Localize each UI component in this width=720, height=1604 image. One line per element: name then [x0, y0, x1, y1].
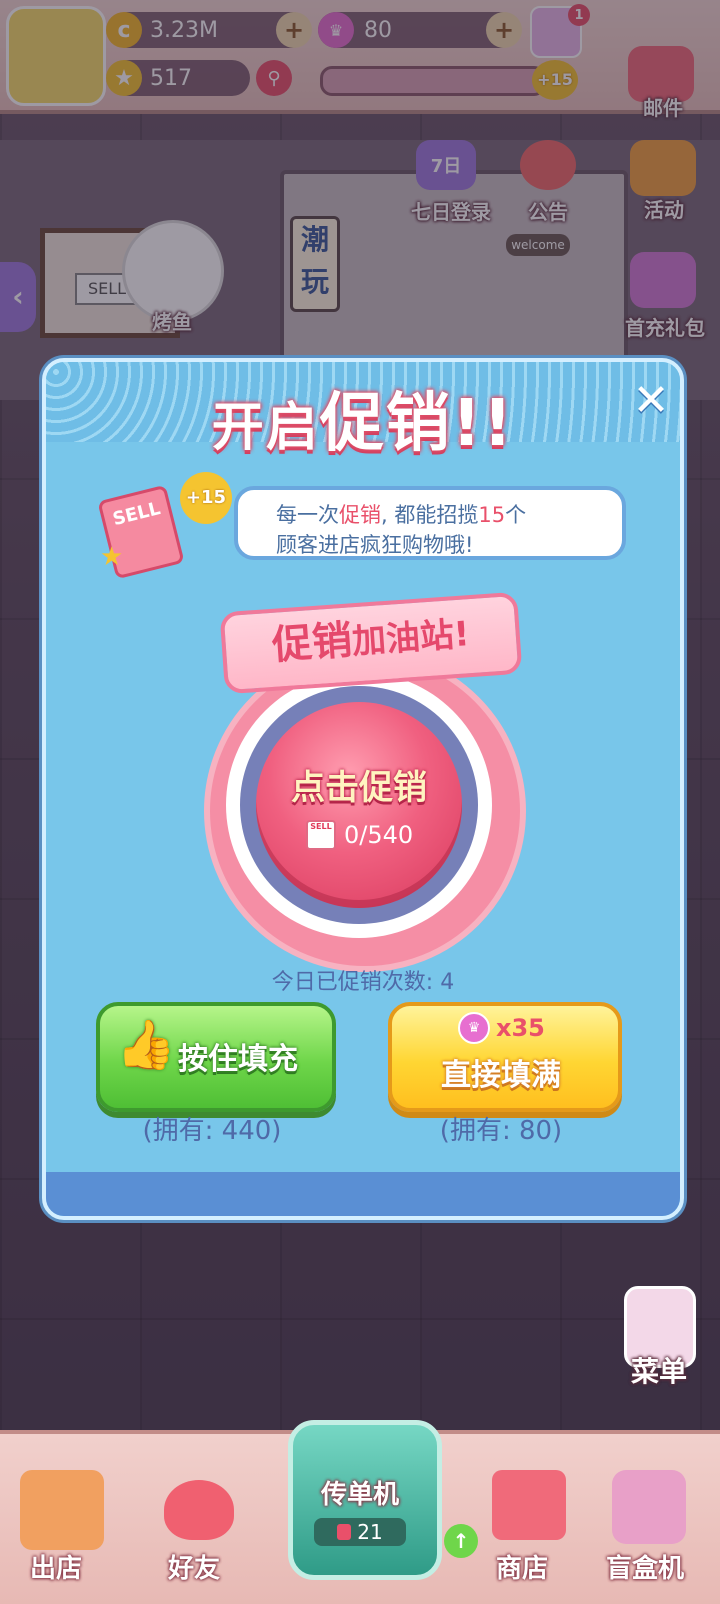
- shop-icon[interactable]: [492, 1470, 566, 1540]
- dialog-footer-band: [46, 1172, 680, 1216]
- menu-label: 菜单: [630, 1355, 687, 1388]
- promotion-dialog: ✕ 开启促销!! 每一次促销, 都能招揽15个 顾客进店疯狂购物哦! SELL …: [42, 358, 684, 1220]
- blind-box-label: 盲盒机: [606, 1554, 685, 1584]
- promotion-tip: 每一次促销, 都能招揽15个 顾客进店疯狂购物哦!: [234, 486, 626, 560]
- flyer-label: 传单机: [320, 1480, 399, 1510]
- promote-count: 0/540: [344, 821, 414, 849]
- fill-cost: ♛ x35: [458, 1012, 545, 1044]
- hold-to-fill-label: 按住填充: [178, 1042, 298, 1077]
- today-promotion-count: 今日已促销次数: 4: [271, 970, 455, 995]
- crown-gem-icon: ♛: [458, 1012, 490, 1044]
- blind-box-machine-icon[interactable]: [612, 1470, 686, 1544]
- flyer-mini-icon: [337, 1524, 352, 1540]
- owned-fill-count: (拥有: 440): [142, 1116, 282, 1146]
- promote-progress: SELL 0/540: [306, 820, 446, 850]
- thumbs-up-icon: 👍: [116, 1017, 176, 1073]
- upgrade-arrow-icon[interactable]: ↑: [444, 1524, 478, 1558]
- sell-mini-icon: SELL: [306, 820, 336, 850]
- flyer-count: 21: [357, 1520, 383, 1544]
- friends-label: 好友: [168, 1554, 221, 1584]
- flyer-count-box: 21: [314, 1518, 406, 1546]
- title-part-open: 开启: [211, 398, 320, 458]
- shop-label: 商店: [496, 1554, 549, 1584]
- sell-flyer-card-icon: SELL +15 ★: [97, 472, 240, 582]
- click-promote-label: 点击促销: [291, 768, 427, 808]
- promo-station-banner: 促销加油站!: [219, 591, 523, 695]
- out-shop-label: 出店: [30, 1554, 83, 1584]
- map-icon[interactable]: [20, 1470, 104, 1550]
- fill-directly-label: 直接填满: [441, 1058, 561, 1093]
- star-sparkle-icon: ★: [100, 542, 124, 572]
- dialog-title: 开启促销!!: [46, 372, 680, 462]
- owned-gem-count: (拥有: 80): [439, 1116, 563, 1146]
- title-part-promo: 促销: [319, 387, 452, 461]
- heart-icon[interactable]: [164, 1480, 234, 1540]
- bonus-badge: +15: [180, 472, 232, 524]
- title-exclaim: !!: [451, 387, 515, 461]
